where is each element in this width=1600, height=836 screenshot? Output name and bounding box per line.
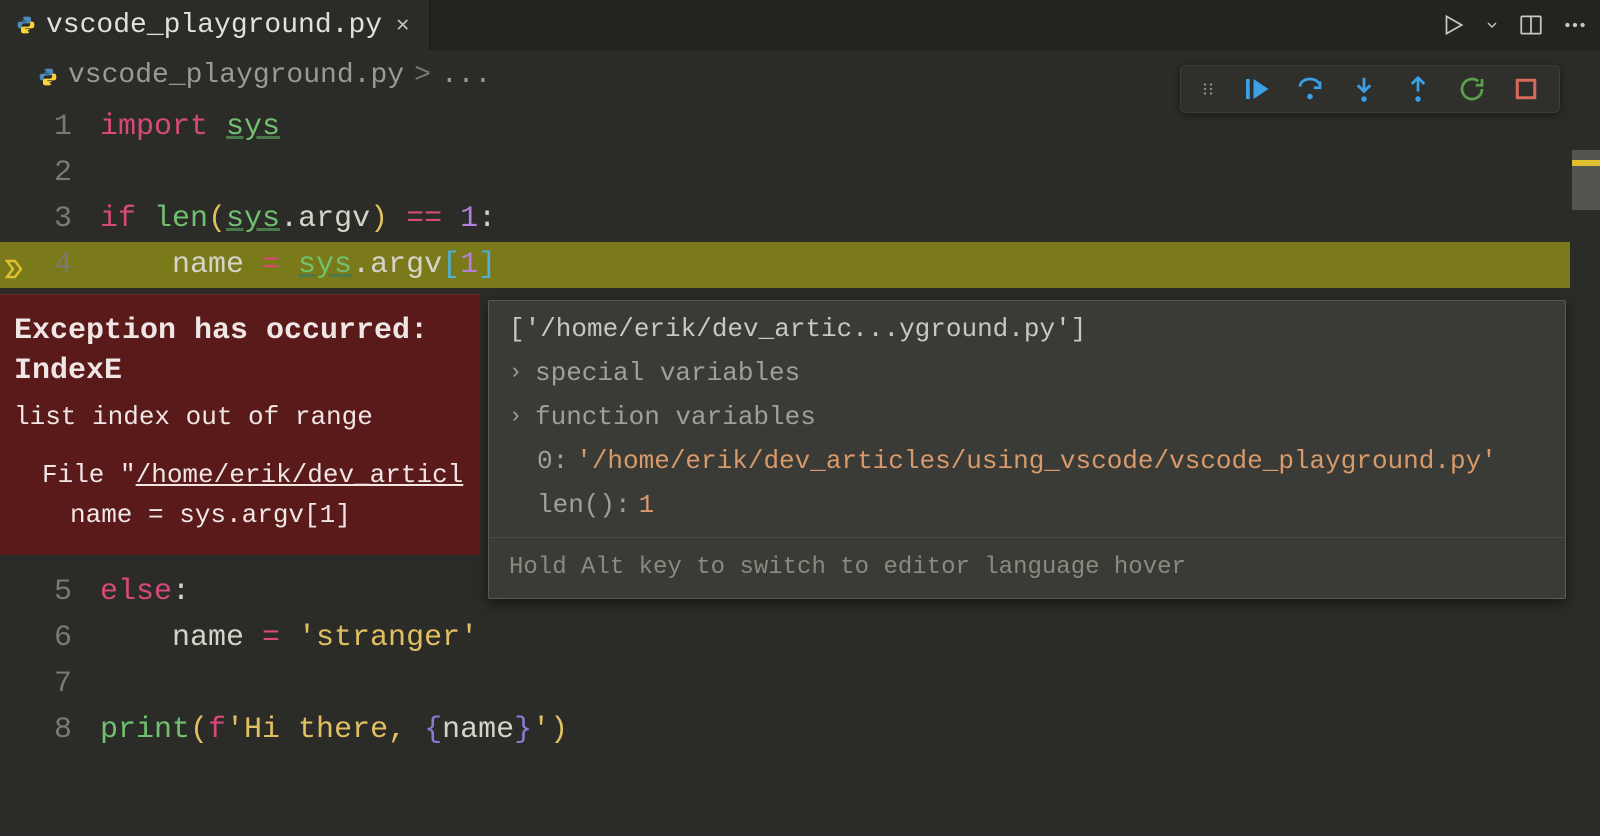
code-content: else: <box>100 569 190 615</box>
exception-message: list index out of range <box>14 397 466 437</box>
code-content: print(f'Hi there, {name}') <box>100 707 568 753</box>
python-icon <box>38 65 58 85</box>
chevron-right-icon: › <box>509 397 527 437</box>
code-line[interactable]: 2 <box>0 150 1600 196</box>
code-line[interactable]: 4 name = sys.argv[1] <box>0 242 1600 288</box>
hover-expand-special[interactable]: › special variables <box>489 351 1565 395</box>
code-content: import sys <box>100 104 280 150</box>
continue-button[interactable] <box>1241 74 1271 104</box>
scroll-thumb[interactable] <box>1572 150 1600 210</box>
breadcrumb-file: vscode_playground.py <box>68 60 404 91</box>
split-editor-icon[interactable] <box>1518 12 1544 38</box>
chevron-right-icon: › <box>509 353 527 393</box>
debug-toolbar <box>1180 65 1560 113</box>
breadcrumb-separator: > <box>414 60 431 91</box>
line-number: 5 <box>0 569 100 615</box>
line-number: 3 <box>0 196 100 242</box>
hover-len: len(): 1 <box>489 483 1565 527</box>
code-content: name = 'stranger' <box>100 615 478 661</box>
titlebar-actions <box>1440 0 1588 50</box>
restart-button[interactable] <box>1457 74 1487 104</box>
line-number: 1 <box>0 104 100 150</box>
code-line[interactable]: 6 name = 'stranger' <box>0 615 1600 661</box>
line-number: 7 <box>0 661 100 707</box>
editor-tabbar: vscode_playground.py ✕ <box>0 0 1600 50</box>
line-number: 2 <box>0 150 100 196</box>
overview-marker <box>1572 160 1600 166</box>
code-line[interactable]: 3if len(sys.argv) == 1: <box>0 196 1600 242</box>
drag-handle-icon[interactable] <box>1199 80 1217 98</box>
breadcrumb-rest: ... <box>441 60 491 91</box>
chevron-down-icon[interactable] <box>1484 17 1500 33</box>
code-line[interactable]: 7 <box>0 661 1600 707</box>
current-execution-icon <box>2 252 26 298</box>
step-into-button[interactable] <box>1349 74 1379 104</box>
step-out-button[interactable] <box>1403 74 1433 104</box>
exception-widget: Exception has occurred: IndexE list inde… <box>0 294 480 555</box>
code-content: if len(sys.argv) == 1: <box>100 196 496 242</box>
hover-footer-hint: Hold Alt key to switch to editor languag… <box>489 537 1565 598</box>
debug-hover-tooltip: ['/home/erik/dev_artic...yground.py'] › … <box>488 300 1566 599</box>
tab-filename: vscode_playground.py <box>46 10 382 41</box>
hover-item-0: 0: '/home/erik/dev_articles/using_vscode… <box>489 439 1565 483</box>
exception-title: Exception has occurred: IndexE <box>14 311 466 391</box>
exception-code-line: name = sys.argv[1] <box>14 495 466 535</box>
close-icon[interactable]: ✕ <box>392 12 413 38</box>
code-line[interactable]: 8print(f'Hi there, {name}') <box>0 707 1600 753</box>
python-icon <box>16 15 36 35</box>
run-icon[interactable] <box>1440 12 1466 38</box>
exception-file[interactable]: File "/home/erik/dev_articl <box>14 455 466 495</box>
overview-ruler[interactable] <box>1572 50 1600 836</box>
code-content: name = sys.argv[1] <box>100 242 496 288</box>
hover-expand-function[interactable]: › function variables <box>489 395 1565 439</box>
stop-button[interactable] <box>1511 74 1541 104</box>
editor-tab-active[interactable]: vscode_playground.py ✕ <box>0 0 430 50</box>
more-icon[interactable] <box>1562 12 1588 38</box>
step-over-button[interactable] <box>1295 74 1325 104</box>
line-number: 6 <box>0 615 100 661</box>
line-number: 8 <box>0 707 100 753</box>
hover-repr: ['/home/erik/dev_artic...yground.py'] <box>489 307 1565 351</box>
